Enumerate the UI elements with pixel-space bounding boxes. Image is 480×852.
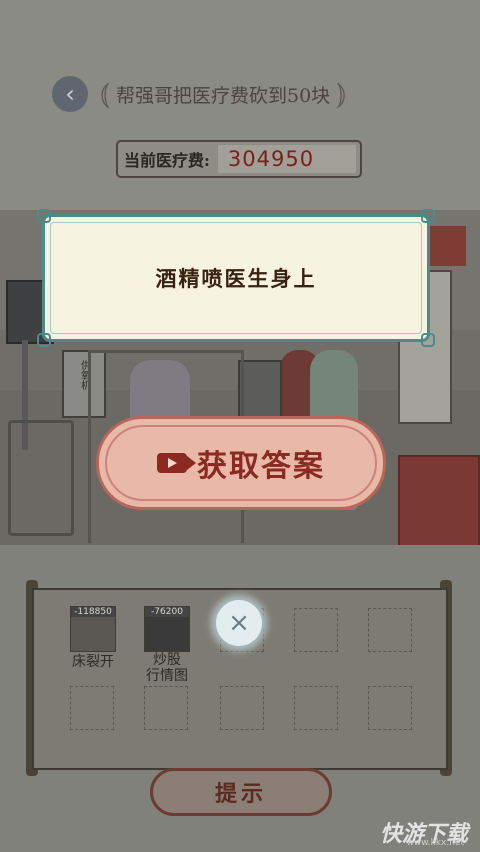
inventory-slot[interactable] (294, 686, 338, 730)
close-icon: × (228, 608, 250, 638)
fee-value-box: 304950 (217, 145, 356, 173)
video-icon (157, 453, 196, 473)
hospital-bed (8, 420, 74, 536)
inventory-item-bed-crack[interactable]: -118850 (70, 606, 116, 652)
level-title: ⦅ 帮强哥把医疗费砍到50块 ⦆ (100, 76, 380, 112)
item-label: 炒股 行情图 (146, 652, 188, 684)
inventory-item-stock-chart[interactable]: -76200 (144, 606, 190, 652)
hint-button[interactable]: 提示 (150, 768, 332, 816)
inventory-slot[interactable] (70, 686, 114, 730)
get-answer-label: 获取答案 (197, 449, 325, 484)
dialog-text: 酒精喷医生身上 (155, 266, 317, 291)
watermark-url: www.kkx.net (406, 838, 465, 848)
inventory-slot[interactable] (144, 686, 188, 730)
fee-value: 304950 (227, 147, 315, 171)
dialog-corner-bl (37, 333, 51, 347)
dialog-corner-br (421, 333, 435, 347)
item-price: -76200 (145, 607, 189, 617)
back-button[interactable]: ‹ (52, 76, 88, 112)
inventory-slot[interactable] (368, 686, 412, 730)
title-text: 帮强哥把医疗费砍到50块 (116, 84, 331, 107)
floor-mat (398, 455, 480, 545)
item-price: -118850 (71, 607, 115, 617)
inventory-slot[interactable] (294, 608, 338, 652)
hint-dialog: 酒精喷医生身上 (37, 209, 435, 347)
item-label: 床裂开 (72, 654, 114, 670)
get-answer-button[interactable]: 获取答案 (96, 416, 386, 510)
medical-fee-box: 当前医疗费: 304950 (116, 140, 362, 178)
title-brace-right: ⦆ (336, 76, 347, 111)
dialog-corner-tr (421, 209, 435, 223)
inventory-slot[interactable] (220, 686, 264, 730)
chevron-left-icon: ‹ (65, 80, 75, 108)
hint-label: 提示 (214, 781, 267, 807)
dialog-corner-tl (37, 209, 51, 223)
close-button[interactable]: × (214, 598, 264, 648)
inventory-slot[interactable] (368, 608, 412, 652)
fee-label: 当前医疗费: (124, 151, 210, 170)
red-notice (430, 226, 466, 266)
title-brace-left: ⦅ (100, 76, 110, 111)
